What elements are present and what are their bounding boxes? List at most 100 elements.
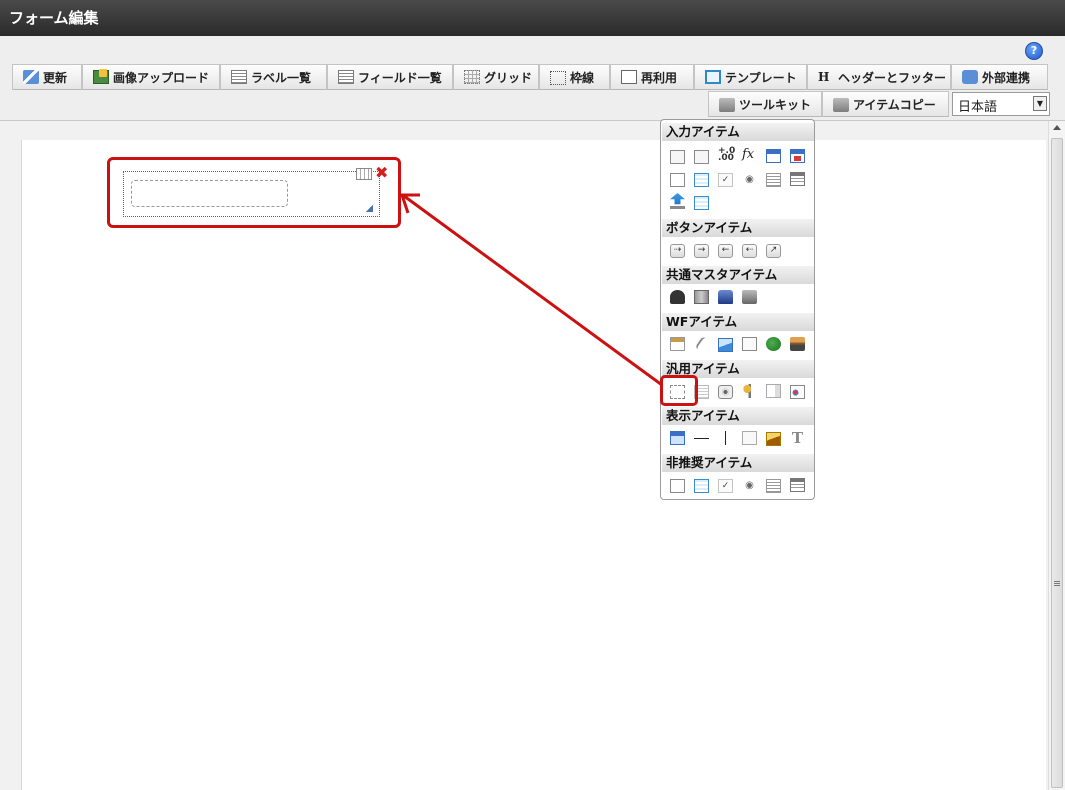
external-link-button-label: 外部連携 — [982, 70, 1031, 85]
palette-section-display: 表示アイテム — [662, 407, 814, 425]
document-icon[interactable] — [742, 337, 757, 351]
chevron-down-icon[interactable]: ▼ — [1033, 96, 1047, 111]
vertical-line-icon[interactable] — [725, 431, 726, 445]
palette-section-button: ボタンアイテム — [662, 219, 814, 237]
number-icon[interactable]: +.0 .00 — [718, 147, 735, 163]
deprecated-list-icon[interactable] — [766, 479, 781, 493]
grid-icon — [464, 70, 480, 84]
language-select[interactable]: 日本語 ▼ — [952, 92, 1050, 116]
palette-section-deprecated: 非推奨アイテム — [662, 454, 814, 472]
external-link-button[interactable]: 外部連携 — [951, 64, 1048, 90]
help-icon[interactable]: ? — [1025, 42, 1043, 60]
header-footer-icon: H — [818, 70, 830, 84]
item-copy-icon — [833, 98, 849, 112]
formula-icon[interactable]: fx — [742, 148, 757, 162]
radio-icon[interactable]: ◉ — [742, 173, 757, 187]
title-bar: フォーム編集 — [0, 0, 1065, 36]
field-list-icon — [338, 70, 354, 84]
department-icon[interactable] — [742, 290, 757, 304]
grid-table-icon[interactable] — [694, 196, 709, 210]
attachment-icon[interactable] — [694, 335, 710, 353]
deprecated-table-icon[interactable] — [694, 479, 709, 493]
border-icon — [550, 71, 566, 85]
role-icon[interactable] — [718, 290, 733, 304]
reuse-button-label: 再利用 — [641, 70, 678, 85]
image-icon[interactable] — [718, 338, 733, 352]
card-icon[interactable] — [790, 385, 805, 399]
upload-base-icon — [670, 206, 685, 209]
box-icon[interactable] — [742, 431, 757, 445]
checkbox-icon[interactable]: ✓ — [718, 173, 733, 187]
button-register-icon[interactable]: ⇢ — [670, 244, 685, 258]
annotation-highlight-palette-item — [660, 375, 698, 406]
header-label-icon[interactable] — [670, 431, 685, 445]
reuse-button[interactable]: 再利用 — [610, 64, 694, 90]
listbox-icon[interactable] — [790, 172, 805, 186]
vertical-scrollbar[interactable] — [1048, 121, 1065, 790]
language-select-value: 日本語 — [958, 100, 998, 115]
item-copy-button[interactable]: アイテムコピー — [822, 91, 949, 117]
grid-button[interactable]: グリッド — [453, 64, 539, 90]
update-button[interactable]: 更新 — [12, 64, 82, 90]
page-icon[interactable] — [766, 384, 781, 398]
datetime-icon[interactable] — [790, 149, 805, 163]
window-title: フォーム編集 — [9, 9, 99, 27]
user-icon[interactable] — [670, 290, 685, 304]
field-list-button-label: フィールド一覧 — [358, 70, 442, 85]
picture-icon[interactable] — [766, 432, 781, 446]
label-list-button[interactable]: ラベル一覧 — [220, 64, 327, 90]
toolkit-icon — [719, 98, 735, 112]
border-button[interactable]: 枠線 — [539, 64, 610, 90]
list-icon[interactable] — [766, 173, 781, 187]
palette-section-wf: WFアイテム — [662, 313, 814, 331]
stamp-icon[interactable] — [790, 337, 805, 351]
horizontal-line-icon[interactable] — [694, 438, 709, 439]
external-link-icon — [962, 70, 978, 84]
image-upload-icon — [93, 69, 109, 84]
table-icon[interactable] — [694, 173, 709, 187]
label-list-button-label: ラベル一覧 — [251, 70, 312, 85]
header-footer-button-label: ヘッダーとフッター — [838, 70, 947, 85]
key-icon[interactable] — [742, 384, 757, 398]
deprecated-listbox-icon[interactable] — [790, 478, 805, 492]
deprecated-radio-icon[interactable]: ◉ — [742, 479, 757, 493]
scroll-grip-icon — [1054, 581, 1060, 587]
update-icon — [23, 70, 39, 84]
template-button-label: テンプレート — [725, 70, 797, 85]
toolkit-button[interactable]: ツールキット — [708, 91, 822, 117]
field-list-button[interactable]: フィールド一覧 — [327, 64, 453, 90]
upload-icon[interactable] — [670, 193, 685, 205]
button-next-icon[interactable]: → — [694, 244, 709, 258]
item-copy-button-label: アイテムコピー — [853, 97, 936, 112]
camera-icon[interactable] — [718, 385, 733, 399]
template-icon — [705, 70, 721, 84]
company-icon[interactable] — [694, 290, 709, 304]
button-forward-icon[interactable]: ↗ — [766, 244, 781, 258]
textarea-icon[interactable] — [694, 150, 709, 164]
palette-section-input: 入力アイテム — [662, 123, 814, 141]
header-footer-button[interactable]: H ヘッダーとフッター — [807, 64, 951, 90]
update-button-label: 更新 — [43, 70, 68, 85]
select-icon[interactable] — [670, 173, 685, 187]
approver-icon[interactable] — [766, 337, 781, 351]
deprecated-checkbox-icon[interactable]: ✓ — [718, 479, 733, 493]
button-return-icon[interactable]: ⇠ — [742, 244, 757, 258]
scrollbar-thumb[interactable] — [1051, 138, 1063, 788]
template-button[interactable]: テンプレート — [694, 64, 807, 90]
toolkit-button-label: ツールキット — [739, 97, 812, 112]
item-palette: 入力アイテム +.0 .00 fx ✓ ◉ ボタンアイテム ⇢ → ← ⇠ ↗ … — [660, 119, 815, 500]
palette-section-master: 共通マスタアイテム — [662, 266, 814, 284]
grid-button-label: グリッド — [484, 70, 533, 85]
text-label-icon[interactable]: T — [790, 431, 805, 446]
annotation-highlight-field — [107, 157, 401, 228]
clipboard-icon[interactable] — [670, 337, 685, 351]
image-upload-button[interactable]: 画像アップロード — [82, 64, 220, 90]
form-canvas[interactable] — [21, 140, 1046, 790]
scroll-up-icon[interactable] — [1053, 125, 1061, 130]
border-button-label: 枠線 — [570, 70, 595, 85]
textbox-icon[interactable] — [670, 150, 685, 164]
deprecated-select-icon[interactable] — [670, 479, 685, 493]
date-icon[interactable] — [766, 149, 781, 163]
button-back-icon[interactable]: ← — [718, 244, 733, 258]
label-list-icon — [231, 70, 247, 84]
